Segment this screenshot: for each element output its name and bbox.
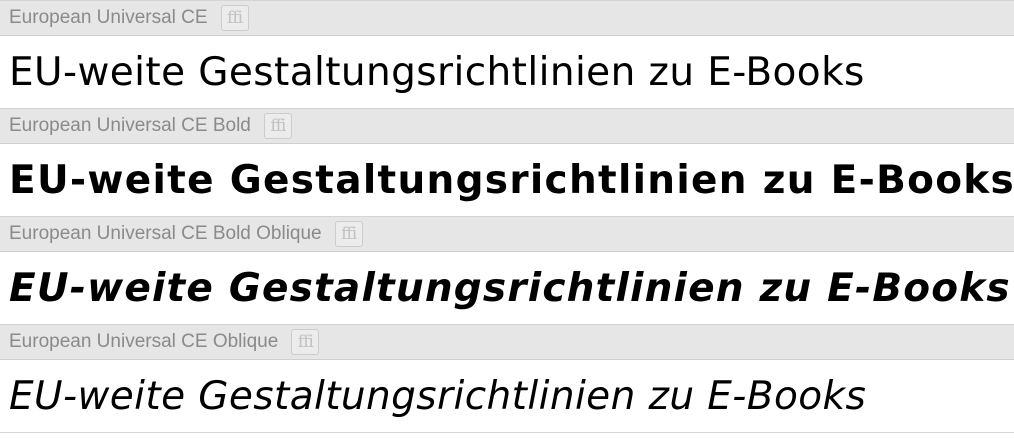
font-preview-list: European Universal CE ffi EU-weite Gesta… bbox=[0, 0, 1014, 438]
sample-text: EU-weite Gestaltungsrichtlinien zu E-Boo… bbox=[0, 252, 1014, 324]
font-name: European Universal CE Bold bbox=[9, 115, 251, 136]
font-name: European Universal CE Oblique bbox=[9, 331, 279, 352]
sample-text: EU-weite Gestaltungsrichtlinien zu E-Boo… bbox=[0, 144, 1014, 216]
font-entry-regular[interactable]: European Universal CE ffi EU-weite Gesta… bbox=[0, 0, 1014, 108]
sample-text: EU-weite Gestaltungsrichtlinien zu E-Boo… bbox=[0, 36, 1014, 108]
font-entry-bold-oblique[interactable]: European Universal CE Bold Oblique ffi E… bbox=[0, 216, 1014, 324]
list-bottom-divider bbox=[0, 432, 1014, 433]
font-entry-oblique[interactable]: European Universal CE Oblique ffi EU-wei… bbox=[0, 324, 1014, 432]
ligature-icon: ffi bbox=[291, 329, 320, 355]
font-entry-bold[interactable]: European Universal CE Bold ffi EU-weite … bbox=[0, 108, 1014, 216]
font-name: European Universal CE Bold Oblique bbox=[9, 223, 322, 244]
font-header: European Universal CE Bold ffi bbox=[0, 108, 1014, 144]
font-name: European Universal CE bbox=[9, 7, 208, 28]
font-header: European Universal CE ffi bbox=[0, 0, 1014, 36]
font-header: European Universal CE Bold Oblique ffi bbox=[0, 216, 1014, 252]
ligature-icon: ffi bbox=[220, 5, 249, 31]
ligature-icon: ffi bbox=[334, 221, 363, 247]
sample-text: EU-weite Gestaltungsrichtlinien zu E-Boo… bbox=[0, 360, 1014, 432]
ligature-icon: ffi bbox=[263, 113, 292, 139]
font-header: European Universal CE Oblique ffi bbox=[0, 324, 1014, 360]
